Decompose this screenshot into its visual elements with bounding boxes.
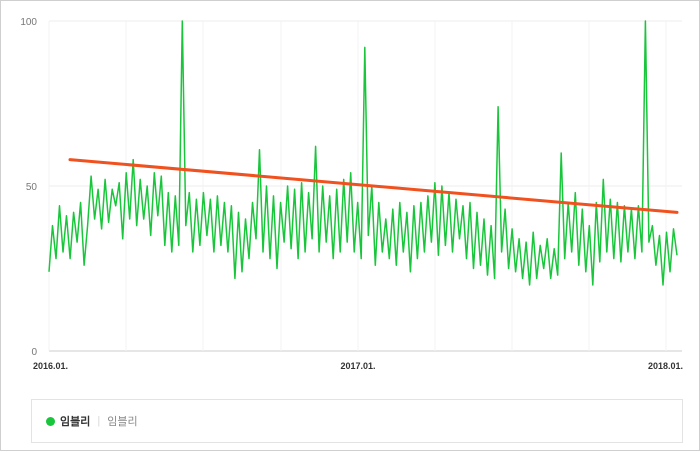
y-tick-label: 0 <box>31 347 37 358</box>
chart-frame: 0 50 100 2016.01. 2017.01. 2018.01. 임블리 | 임블리 <box>0 0 700 451</box>
legend-series-sublabel: 임블리 <box>107 416 138 428</box>
y-tick-label: 50 <box>26 182 38 193</box>
y-tick-label: 100 <box>20 17 37 28</box>
x-tick-label: 2018.01. <box>648 361 683 371</box>
legend-color-dot <box>46 416 55 426</box>
series-line <box>48 20 678 286</box>
legend-series-label[interactable]: 임블리 <box>60 413 90 429</box>
legend: 임블리 | 임블리 <box>31 399 683 443</box>
line-chart: 0 50 100 2016.01. 2017.01. 2018.01. <box>20 17 683 371</box>
x-tick-label: 2016.01. <box>33 361 68 371</box>
x-tick-label: 2017.01. <box>340 361 375 371</box>
legend-separator: | <box>97 415 101 427</box>
